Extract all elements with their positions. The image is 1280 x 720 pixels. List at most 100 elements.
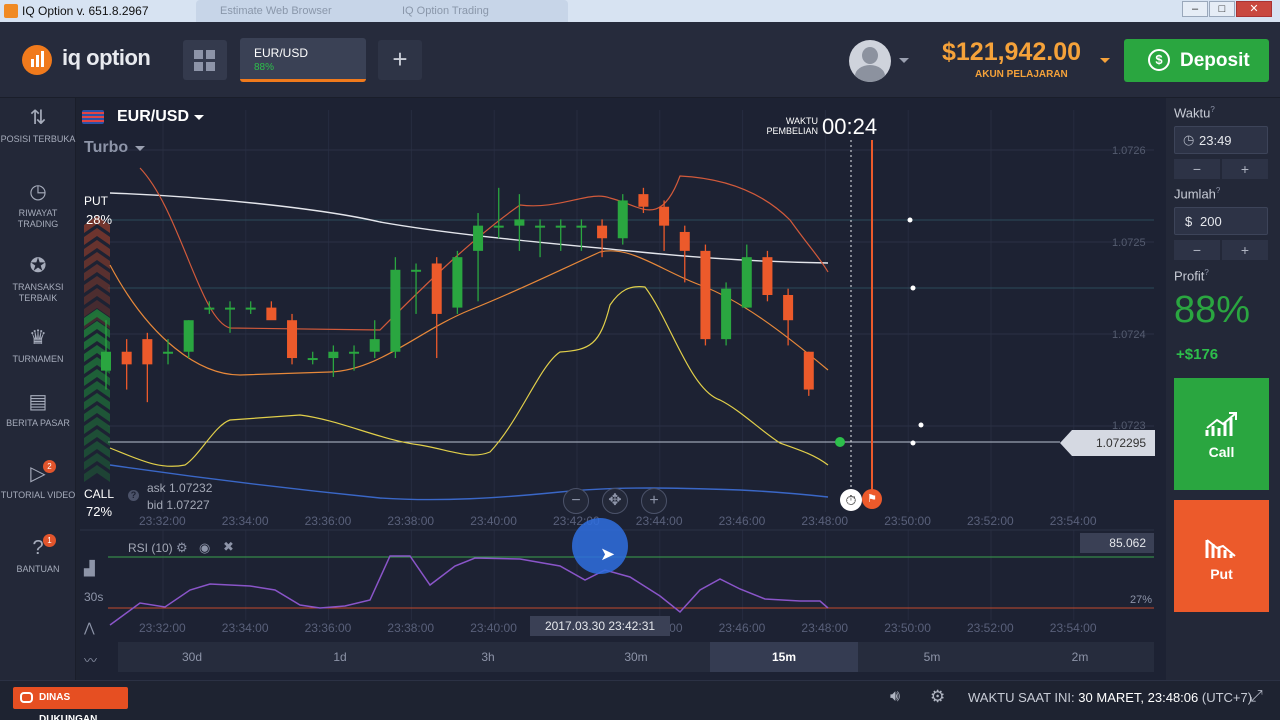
time-decrease-button[interactable]: − — [1174, 159, 1220, 179]
eye-icon[interactable]: ◉ — [199, 540, 210, 556]
bid-value: bid 1.07227 — [147, 498, 210, 512]
candle-body — [307, 358, 318, 361]
amount-decrease-button[interactable]: − — [1174, 240, 1220, 260]
profit-percent: 88% — [1174, 289, 1251, 331]
call-sentiment-pct: 72% — [86, 504, 113, 519]
indicators-icon[interactable]: 〰 — [84, 650, 97, 669]
ask-value: ask 1.07232 — [147, 481, 213, 495]
current-price-dot — [835, 437, 845, 447]
candle-body — [452, 257, 463, 308]
time-tick-label: 23:46:00 — [718, 621, 766, 635]
candle-body — [700, 250, 711, 340]
candle-body — [411, 269, 422, 272]
call-label: Call — [1208, 444, 1235, 460]
time-tick-label: 23:36:00 — [304, 621, 352, 635]
time-tick-label: 23:54:00 — [1049, 514, 1097, 528]
expiry-time-value: 23:49 — [1199, 133, 1232, 148]
sound-icon[interactable]: 🔊︎ — [890, 688, 900, 706]
currency-symbol: $ — [1185, 214, 1193, 229]
candle-body — [555, 225, 566, 228]
rsi-line — [109, 555, 829, 626]
settings-gear-icon[interactable]: ⚙ — [930, 687, 945, 707]
time-tick-label: 23:40:00 — [470, 514, 517, 528]
period-bar: 30d 1d 3h 30m 15m 5m 2m — [118, 642, 1154, 672]
time-increase-button[interactable]: + — [1222, 159, 1268, 179]
candle-body — [576, 225, 587, 228]
drawing-tool-icon[interactable]: ⋀ — [84, 620, 95, 636]
chat-icon — [20, 692, 33, 703]
price-label: 1.0724 — [1112, 329, 1146, 341]
candle-body — [245, 307, 256, 310]
period-5m[interactable]: 5m — [858, 642, 1006, 672]
fullscreen-icon[interactable]: ⤢ — [1250, 688, 1263, 706]
rsi-panel — [108, 555, 1154, 626]
strike-dot — [910, 285, 916, 291]
gear-icon[interactable]: ⚙ — [176, 540, 188, 556]
amount-field[interactable]: $ 200 — [1174, 207, 1268, 235]
mode-selector[interactable]: Turbo — [84, 139, 128, 157]
candle-body — [535, 225, 546, 228]
amount-label: Jumlah? — [1174, 186, 1221, 202]
time-tick-label: 23:48:00 — [801, 621, 849, 635]
zoom-in-button[interactable]: + — [641, 488, 667, 514]
amount-value: 200 — [1200, 214, 1222, 229]
countdown-timer: 00:24 — [822, 114, 878, 139]
current-time-value: 30 MARET, 23:48:06 — [1078, 690, 1199, 705]
rsi-value-tag: 85.062 — [1080, 533, 1154, 553]
stopwatch-icon: ⏱ — [840, 489, 862, 511]
call-chevron — [84, 465, 110, 482]
close-icon[interactable]: ✖ — [223, 539, 234, 555]
call-button[interactable]: Call — [1174, 378, 1269, 490]
candle-body — [803, 351, 814, 390]
period-15m[interactable]: 15m — [710, 642, 858, 672]
time-tick-label: 23:52:00 — [967, 621, 1014, 635]
reset-view-button[interactable]: ✥ — [602, 488, 628, 514]
amount-increase-button[interactable]: + — [1222, 240, 1268, 260]
chart-type-icon[interactable]: ▟ — [84, 560, 95, 577]
pair-chevron-down-icon[interactable] — [194, 115, 204, 120]
candle-body — [597, 225, 608, 239]
time-label: Waktu? — [1174, 105, 1215, 121]
pair-selector[interactable]: EUR/USD — [117, 108, 189, 126]
info-icon[interactable]: ? — [128, 490, 139, 501]
profit-amount: +$176 — [1176, 346, 1219, 363]
candle-body — [287, 320, 298, 359]
strike-dot — [918, 422, 924, 428]
candle-body — [514, 219, 525, 226]
period-2m[interactable]: 2m — [1006, 642, 1154, 672]
amount-stepper: − + — [1174, 240, 1268, 260]
chart-down-icon — [1205, 539, 1236, 558]
chart-overlay — [835, 140, 924, 490]
time-tick-label: 23:48:00 — [801, 514, 849, 528]
period-30m[interactable]: 30m — [562, 642, 710, 672]
candle-body — [783, 295, 794, 321]
put-sentiment-pct: 28% — [86, 212, 113, 227]
timezone: (UTC+7) — [1201, 690, 1253, 705]
time-tick-label: 23:50:00 — [884, 514, 931, 528]
period-30d[interactable]: 30d — [118, 642, 266, 672]
candle-body — [101, 351, 111, 371]
mode-chevron-down-icon[interactable] — [135, 146, 145, 151]
rsi-label[interactable]: RSI (10) — [128, 541, 173, 555]
time-tick-label: 23:34:00 — [221, 621, 269, 635]
moving-average-blue — [109, 464, 829, 501]
current-time: WAKTU SAAT INI: 30 MARET, 23:48:06 (UTC+… — [968, 690, 1252, 705]
support-button[interactable]: DINAS DUKUNGAN — [13, 687, 128, 720]
zoom-out-button[interactable]: − — [563, 488, 589, 514]
put-button[interactable]: Put — [1174, 500, 1269, 612]
clock-icon: ◷ — [1183, 132, 1195, 147]
time-tick-label: 23:38:00 — [387, 621, 435, 635]
candle-body — [328, 351, 339, 359]
expiry-time-field[interactable]: ◷ 23:49 — [1174, 126, 1268, 154]
candle-body — [721, 288, 732, 340]
period-1d[interactable]: 1d — [266, 642, 414, 672]
candle-body — [659, 206, 670, 226]
candle-body — [762, 257, 773, 295]
mouse-pointer-icon: ➤ — [600, 544, 616, 564]
time-stepper: − + — [1174, 159, 1268, 179]
price-label: 1.0725 — [1112, 237, 1146, 249]
candle-interval-label[interactable]: 30s — [84, 590, 103, 604]
candle-body — [142, 339, 153, 365]
period-3h[interactable]: 3h — [414, 642, 562, 672]
time-tick-label: 23:40:00 — [470, 621, 517, 635]
